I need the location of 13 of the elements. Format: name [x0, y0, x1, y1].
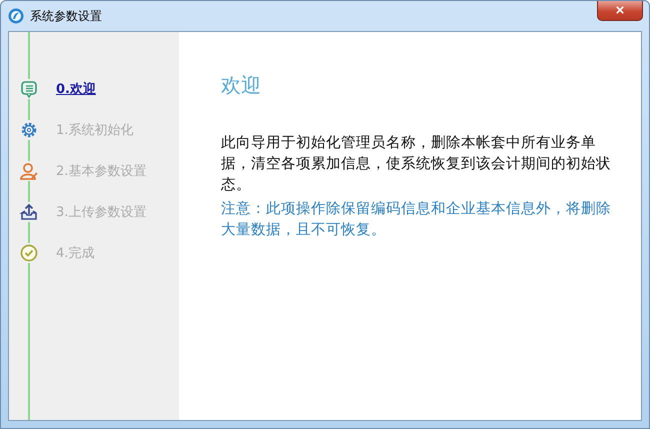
description-text: 此向导用于初始化管理员名称，删除本帐套中所有业务单据，清空各项累加信息，使系统恢复到该会计期间的初始状态。 — [221, 134, 612, 195]
wizard-step[interactable]: 2.基本参数设置 — [56, 162, 146, 180]
check-circle-icon — [19, 242, 39, 262]
app-logo-icon — [8, 8, 24, 24]
wizard-step[interactable]: 4.完成 — [56, 244, 94, 262]
close-button[interactable]: × — [597, 1, 643, 21]
note-icon — [19, 78, 39, 98]
warning-text: 注意：此项操作除保留编码信息和企业基本信息外，将删除大量数据，且不可恢复。 — [221, 200, 612, 240]
wizard-step[interactable]: 1.系统初始化 — [56, 120, 134, 138]
page-heading: 欢迎 — [221, 72, 262, 99]
window-title: 系统参数设置 — [30, 8, 103, 24]
wizard-step[interactable]: 0.欢迎 — [56, 80, 96, 98]
wizard-step[interactable]: 3.上传参数设置 — [56, 202, 146, 220]
